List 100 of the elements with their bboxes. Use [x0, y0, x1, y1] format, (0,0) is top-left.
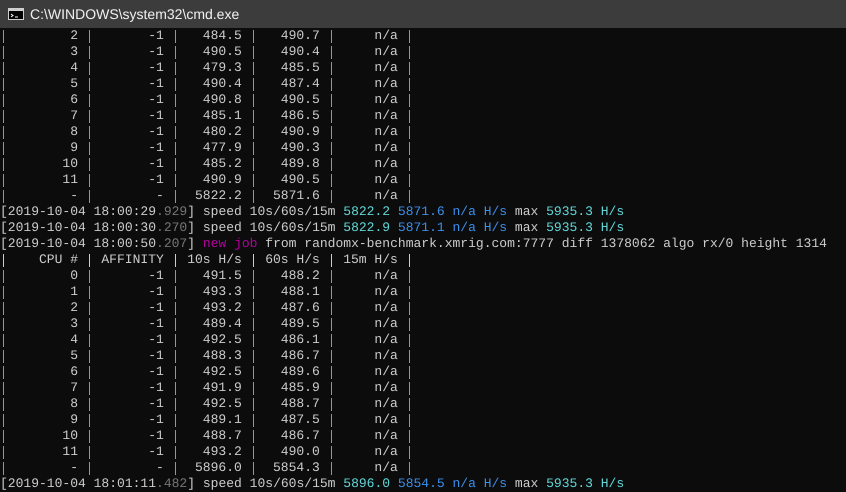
- table-cell-text: 486.7: [280, 428, 321, 444]
- table-cell-text: -1: [147, 284, 165, 300]
- table-cell-text: n/a: [373, 316, 399, 332]
- table-cell-text: n/a: [373, 172, 399, 188]
- table-cell-text: 490.5: [280, 172, 321, 188]
- table-cell-text: 487.4: [280, 76, 321, 92]
- log-label: ] speed 10s/60s/15m: [187, 204, 336, 220]
- timestamp: [2019-10-04 18:00:29: [0, 204, 156, 220]
- table-cell-text: 485.1: [202, 108, 243, 124]
- table-cell-text: 7: [69, 380, 79, 396]
- table-cell-text: 8: [69, 396, 79, 412]
- table-cell-text: n/a: [373, 396, 399, 412]
- max-value: 5935.3 H/s: [546, 204, 624, 220]
- table-cell-text: 5871.6: [272, 188, 321, 204]
- table-cell-text: n/a: [373, 28, 399, 44]
- table-cell-text: 488.7: [280, 396, 321, 412]
- table-cell-text: -1: [147, 300, 165, 316]
- table-cell-text: n/a: [373, 60, 399, 76]
- table-cell-text: -1: [147, 348, 165, 364]
- table-cell-text: 489.1: [202, 412, 243, 428]
- timestamp-ms: .207: [156, 236, 188, 252]
- max-label: max: [514, 476, 538, 492]
- timestamp-ms: .482: [156, 476, 188, 492]
- column-header: CPU #: [38, 252, 79, 268]
- table-cell-text: n/a: [373, 140, 399, 156]
- table-cell-text: 493.3: [202, 284, 243, 300]
- table-cell-text: -1: [147, 140, 165, 156]
- table-cell-text: -: [69, 460, 79, 476]
- table-cell-text: -1: [147, 268, 165, 284]
- table-cell-text: 490.8: [202, 92, 243, 108]
- max-value: 5935.3 H/s: [546, 476, 624, 492]
- table-cell-text: 489.4: [202, 316, 243, 332]
- column-header: 15m H/s: [342, 252, 399, 268]
- table-cell-text: -1: [147, 428, 165, 444]
- timestamp: [2019-10-04 18:00:30: [0, 220, 156, 236]
- table-cell-text: n/a: [373, 428, 399, 444]
- table-cell-text: -1: [147, 316, 165, 332]
- table-cell-text: 490.4: [202, 76, 243, 92]
- table-cell-text: 487.6: [280, 300, 321, 316]
- timestamp: [2019-10-04 18:01:11: [0, 476, 156, 492]
- table-cell-text: 490.5: [202, 44, 243, 60]
- table-cell-text: n/a: [373, 460, 399, 476]
- event-label: new job: [202, 236, 258, 252]
- table-cell-text: -1: [147, 444, 165, 460]
- table-cell-text: 489.8: [280, 156, 321, 172]
- table-cell-text: 3: [69, 44, 79, 60]
- table-cell-text: -1: [147, 28, 165, 44]
- table-cell-text: 480.2: [202, 124, 243, 140]
- table-cell-text: 488.7: [202, 428, 243, 444]
- table-cell-text: 3: [69, 316, 79, 332]
- table-cell-text: -1: [147, 44, 165, 60]
- table-cell-text: 484.5: [202, 28, 243, 44]
- table-cell-text: 5: [69, 76, 79, 92]
- max-label: max: [514, 220, 538, 236]
- table-cell-text: 485.5: [280, 60, 321, 76]
- table-cell-text: n/a: [373, 364, 399, 380]
- table-cell-text: 5822.2: [194, 188, 243, 204]
- table-cell-text: n/a: [373, 76, 399, 92]
- table-cell-text: 490.9: [280, 124, 321, 140]
- timestamp-ms: .929: [156, 204, 188, 220]
- table-cell-text: n/a: [373, 412, 399, 428]
- table-cell-text: 488.1: [280, 284, 321, 300]
- table-cell-text: -1: [147, 172, 165, 188]
- table-cell-text: 492.5: [202, 364, 243, 380]
- table-cell-text: 490.3: [280, 140, 321, 156]
- column-header: 60s H/s: [264, 252, 321, 268]
- table-cell-text: 486.7: [280, 348, 321, 364]
- table-cell-text: -: [69, 188, 79, 204]
- table-cell-text: 490.7: [280, 28, 321, 44]
- table-cell-text: 491.5: [202, 268, 243, 284]
- table-cell-text: n/a: [373, 300, 399, 316]
- table-cell-text: 493.2: [202, 444, 243, 460]
- table-cell-text: 2: [69, 300, 79, 316]
- table-cell-text: -1: [147, 108, 165, 124]
- table-cell-text: -1: [147, 60, 165, 76]
- table-cell-text: -1: [147, 332, 165, 348]
- console-icon: [8, 8, 24, 20]
- table-cell-text: n/a: [373, 108, 399, 124]
- timestamp: [2019-10-04 18:00:50: [0, 236, 156, 252]
- table-cell-text: 490.4: [280, 44, 321, 60]
- speed-10s-value: 5896.0: [343, 476, 390, 492]
- table-cell-text: 477.9: [202, 140, 243, 156]
- table-cell-text: 490.0: [280, 444, 321, 460]
- table-cell-text: 489.5: [280, 316, 321, 332]
- table-cell-text: n/a: [373, 380, 399, 396]
- table-cell-text: 485.9: [280, 380, 321, 396]
- speed-60s-15m-value: 5854.5 n/a H/s: [398, 476, 508, 492]
- log-label: ]: [187, 236, 196, 252]
- table-cell-text: 486.5: [280, 108, 321, 124]
- table-cell-text: n/a: [373, 348, 399, 364]
- table-cell-text: 489.6: [280, 364, 321, 380]
- table-cell-text: n/a: [373, 268, 399, 284]
- table-cell-text: 9: [69, 140, 79, 156]
- table-cell-text: n/a: [373, 284, 399, 300]
- table-cell-text: -1: [147, 156, 165, 172]
- table-cell-text: 1: [69, 284, 79, 300]
- table-cell-text: -: [154, 188, 165, 204]
- table-cell-text: 492.5: [202, 396, 243, 412]
- table-cell-text: 490.5: [280, 92, 321, 108]
- table-cell-text: n/a: [373, 44, 399, 60]
